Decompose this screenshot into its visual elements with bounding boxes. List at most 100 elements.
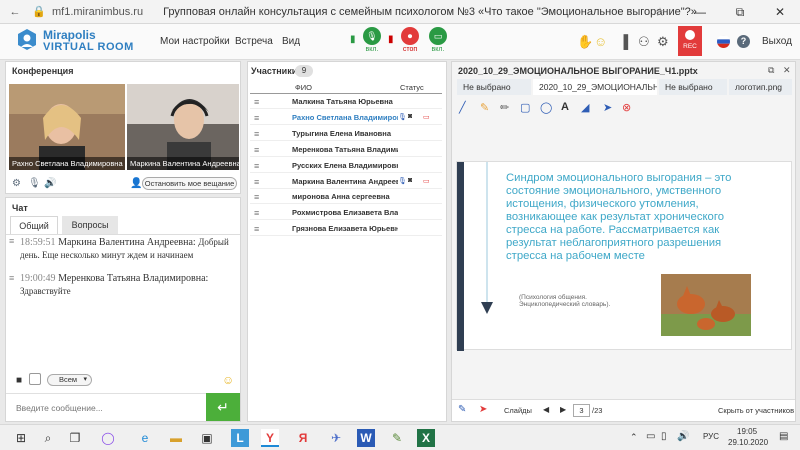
notification-center-icon[interactable]: ▤ (779, 431, 788, 442)
taskbar-search-icon[interactable]: ⌕ (39, 429, 57, 447)
clear-tool-icon[interactable]: ⊗ (622, 101, 631, 114)
stop-button[interactable]: ⏺ стоп (398, 27, 422, 53)
screen-share-button[interactable]: ▭ вкл. (426, 27, 450, 53)
doc-tab-3[interactable]: Не выбрано (659, 79, 727, 95)
participant-row[interactable]: ≡ миронова Анна сергеевна (250, 189, 442, 205)
video-tile-1[interactable]: Рахно Светлана Владимировна (9, 84, 125, 170)
microphone-button[interactable]: 🎙 вкл. (360, 27, 384, 53)
paint-icon[interactable]: ✎ (388, 429, 406, 447)
emoji-icon[interactable]: ☺ (594, 34, 607, 49)
emoji-picker-icon[interactable]: ☺ (222, 373, 234, 387)
slides-label[interactable]: Слайды (504, 406, 532, 415)
menu-meeting[interactable]: Встреча (235, 36, 273, 47)
app-l-icon[interactable]: L (231, 429, 249, 447)
participant-name: Грязнова Елизавета Юрьевна (292, 224, 398, 234)
doc-tab-1[interactable]: Не выбрано (457, 79, 531, 95)
participant-row[interactable]: ≡ Русских Елена Владимировна (250, 158, 442, 173)
store-icon[interactable]: ▣ (198, 429, 216, 447)
drag-handle-icon[interactable]: ≡ (254, 129, 259, 139)
pointer-tool-icon[interactable]: ➤ (603, 101, 612, 114)
minimize-button[interactable]: — (680, 0, 720, 24)
tab-questions[interactable]: Вопросы (62, 216, 118, 234)
send-button[interactable]: ↵ (206, 393, 240, 421)
language-flag-icon[interactable] (717, 35, 730, 48)
tools-icon[interactable]: ⚙ (657, 34, 669, 50)
excel-icon[interactable]: X (417, 429, 435, 447)
tab-general[interactable]: Общий (10, 216, 58, 234)
prev-slide-icon[interactable]: ◀ (543, 405, 549, 414)
network-tray-icon[interactable]: ▭ (646, 431, 655, 442)
participant-row[interactable]: ≡ Турыгина Елена Ивановна (250, 126, 442, 141)
tray-show-hidden-icon[interactable]: ⌃ (630, 432, 638, 443)
drag-handle-icon[interactable]: ≡ (254, 113, 259, 123)
fill-tool-icon[interactable]: ◢ (581, 101, 589, 114)
clock-time[interactable]: 19:05 (737, 427, 757, 436)
drag-handle-icon[interactable]: ≡ (254, 145, 259, 155)
menu-view[interactable]: Вид (282, 36, 300, 47)
alice-icon[interactable]: ◯ (99, 429, 117, 447)
drag-handle-icon[interactable]: ≡ (254, 192, 259, 202)
doc-tab-4[interactable]: логотип.png (729, 79, 792, 95)
participant-row[interactable]: ≡ Меренкова Татьяна Владимировна (250, 142, 442, 157)
drag-handle-icon[interactable]: ≡ (254, 97, 259, 107)
menu-my-settings[interactable]: Мои настройки (160, 36, 230, 47)
yandex-icon[interactable]: Я (294, 429, 312, 447)
participant-row[interactable]: ≡ Маркина Валентина Андреевна 🎙 ◙ ▭ (250, 174, 442, 189)
language-indicator[interactable]: РУС (703, 432, 719, 441)
speaker-settings-icon[interactable]: 🔊 (44, 178, 56, 189)
hide-from-participants[interactable]: Скрыть от участников (718, 406, 794, 415)
rectangle-tool-icon[interactable]: ▢ (520, 101, 530, 114)
clock-date[interactable]: 29.10.2020 (728, 438, 768, 447)
word-icon[interactable]: W (357, 429, 375, 447)
marker-tool-icon[interactable]: ✎ (480, 101, 489, 114)
slide-number-input[interactable]: 3 (573, 404, 590, 417)
maximize-icon[interactable]: ⧉ (768, 65, 774, 76)
close-panel-icon[interactable]: ✕ (783, 65, 791, 76)
close-button[interactable]: ✕ (760, 0, 800, 24)
drag-handle-icon[interactable]: ≡ (254, 224, 259, 234)
drag-handle-icon[interactable]: ≡ (254, 177, 259, 187)
stop-broadcast-button[interactable]: Остановить мое вещание (142, 177, 237, 190)
video-tile-2[interactable]: Маркина Валентина Андреевна (127, 84, 239, 170)
pencil-tool-icon[interactable]: ✏ (500, 101, 509, 114)
edge-icon[interactable]: e (136, 429, 154, 447)
windows-start-icon[interactable]: ⊞ (12, 429, 30, 447)
yandex-browser-icon[interactable]: Y (261, 429, 279, 447)
pen-tool-icon[interactable]: ╱ (459, 101, 466, 114)
bookmark-icon[interactable]: ☆ (640, 0, 680, 24)
windows-taskbar: ⊞ ⌕ ❐ ◯ e ▬ ▣ L Y Я ✈ W ✎ X ⌃ ▭ ▯ 🔊 РУС … (0, 424, 800, 450)
file-explorer-icon[interactable]: ▬ (167, 429, 185, 447)
record-button[interactable]: REC (678, 26, 702, 56)
participant-row[interactable]: ≡ Рахно Светлана Владимировна🎙◙ ▭ (250, 110, 442, 125)
battery-tray-icon[interactable]: ▯ (661, 431, 667, 442)
exit-button[interactable]: Выход (762, 36, 792, 47)
participant-row[interactable]: ≡ Малкина Татьяна Юрьевна (250, 94, 442, 109)
annotate-icon[interactable]: ✎ (458, 404, 466, 415)
camera-small-icon[interactable]: ▮ (350, 34, 356, 45)
volume-tray-icon[interactable]: 🔊 (677, 431, 689, 442)
next-slide-icon[interactable]: ▶ (560, 405, 566, 414)
drag-handle-icon[interactable]: ≡ (254, 161, 259, 171)
laser-pointer-icon[interactable]: ➤ (479, 404, 487, 415)
ellipse-tool-icon[interactable]: ◯ (540, 101, 552, 114)
telegram-icon[interactable]: ✈ (327, 429, 345, 447)
doc-tab-2[interactable]: 2020_10_29_ЭМОЦИОНАЛЬНОЕ (533, 79, 657, 95)
poll-chart-icon[interactable]: ▐ (619, 34, 628, 49)
message-input[interactable]: Введите сообщение... (6, 393, 206, 421)
help-icon[interactable]: ? (737, 35, 750, 48)
chat-attach-icon[interactable] (29, 373, 41, 385)
participant-row[interactable]: ≡ Рохмистрова Елизавета Владимировна (250, 205, 442, 221)
chat-color-icon[interactable]: ■ (16, 375, 22, 386)
recipient-select[interactable]: Всем ▾ (47, 374, 92, 386)
mic-settings-icon[interactable]: 🎙 (28, 178, 41, 189)
text-tool-icon[interactable]: A (561, 101, 569, 113)
drag-handle-icon[interactable]: ≡ (254, 208, 259, 218)
task-view-icon[interactable]: ❐ (66, 429, 84, 447)
participant-row[interactable]: ≡ Грязнова Елизавета Юрьевна (250, 221, 442, 237)
address-bar[interactable]: mf1.miranimbus.ru (52, 6, 143, 18)
restore-button[interactable]: ⧉ (720, 0, 760, 24)
network-icon[interactable]: ⚇ (638, 34, 650, 50)
raise-hand-icon[interactable]: ✋ (577, 34, 593, 50)
back-arrow-icon[interactable]: ← (8, 6, 22, 18)
camera-settings-icon[interactable]: ⚙ (12, 178, 21, 189)
